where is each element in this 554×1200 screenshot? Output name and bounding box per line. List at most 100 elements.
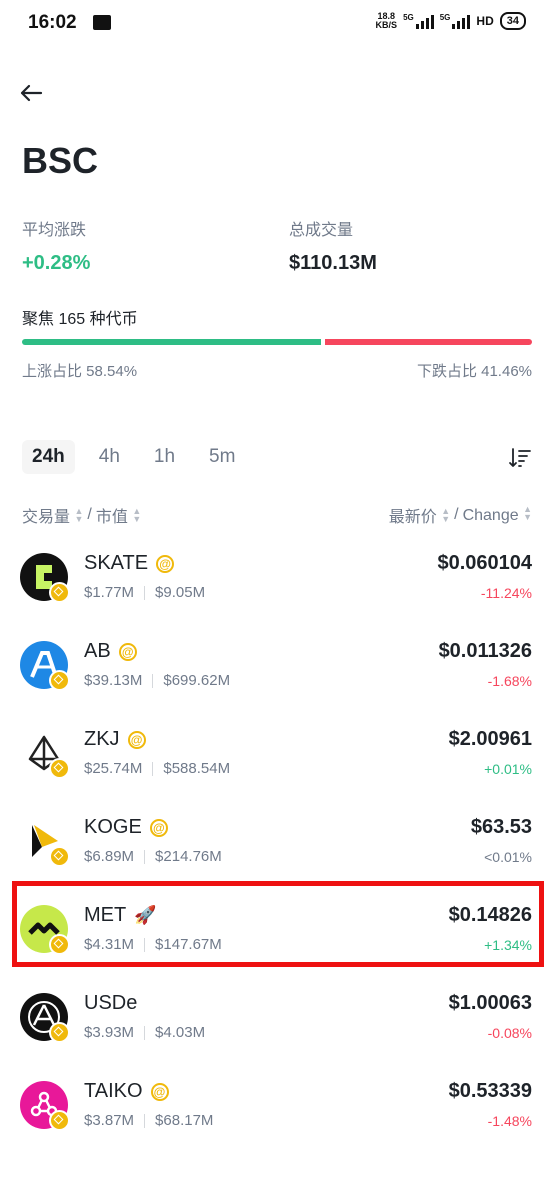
token-row-taiko[interactable]: TAIKO @ $3.87M $68.17M $0.53339 -1.48% [0,1063,554,1151]
avg-change-label: 平均涨跌 [22,222,87,239]
sort-arrows-icon: ▲ ▼ [523,504,532,522]
token-volume: $3.87M [84,1112,135,1129]
token-change: -1.48% [487,1113,532,1129]
token-name: SKATE @ [84,552,175,575]
up-down-ratio-bar [22,339,532,345]
bsc-chain-badge-icon [49,582,70,603]
sort-arrows-icon: ▲ ▼ [74,506,84,524]
net-type-1: 5G [403,13,414,22]
tab-1h[interactable]: 1h [144,440,185,474]
token-volume-mcap: $3.87M $68.17M [84,1112,213,1129]
sort-change-header[interactable]: Change ▲ ▼ [463,505,532,525]
total-volume-stat: 总成交量 $110.13M [289,216,377,275]
token-change: +1.34% [484,937,532,953]
column-headers: 交易量 ▲ ▼ / 市值 ▲ ▼ 最新价 ▲ ▼ / Change ▲ ▼ [22,503,532,527]
token-price: $0.14826 [448,904,532,926]
alpha-at-icon: @ [127,730,146,749]
token-price: $0.060104 [437,552,532,574]
token-volume-mcap: $25.74M $588.54M [84,760,230,777]
token-volume: $4.31M [84,936,135,953]
token-row-met[interactable]: MET 🚀 $4.31M $147.67M $0.14826 +1.34% [0,887,554,975]
notification-app-icon [93,15,111,30]
token-symbol: USDe [84,992,138,1014]
header-divider: / [87,506,92,523]
arrow-left-icon [20,84,43,102]
token-name: KOGE @ [84,816,168,839]
token-volume-mcap: $6.89M $214.76M [84,848,222,865]
token-change: +0.01% [484,761,532,777]
token-row-skate[interactable]: SKATE @ $1.77M $9.05M $0.060104 -11.24% [0,535,554,623]
rocket-icon: 🚀 [134,905,157,925]
token-price: $2.00961 [448,728,532,750]
token-symbol: KOGE [84,816,142,838]
tab-4h[interactable]: 4h [89,440,130,474]
token-price: $63.53 [470,816,532,838]
token-volume: $1.77M [84,584,135,601]
token-mcap: $214.76M [155,848,222,865]
volume-header-label: 交易量 [22,509,71,526]
token-price: $1.00063 [448,992,532,1014]
bsc-chain-badge-icon [49,1022,70,1043]
up-ratio-label: 上涨占比 58.54% [22,363,138,380]
tab-24h[interactable]: 24h [22,440,75,474]
alpha-at-icon: @ [149,818,168,837]
back-button[interactable] [16,78,46,108]
sort-volume-header[interactable]: 交易量 ▲ ▼ [22,503,83,527]
alpha-at-icon: @ [156,554,175,573]
ratio-down-segment [324,339,532,345]
token-change: -11.24% [480,585,532,601]
avg-change-stat: 平均涨跌 +0.28% [22,216,90,275]
price-header-label: 最新价 [388,509,437,526]
token-symbol: MET [84,904,127,926]
token-price: $0.011326 [438,640,532,662]
page-title: BSC [22,140,99,181]
token-symbol: SKATE [84,552,149,574]
token-mcap: $68.17M [155,1112,214,1129]
token-row-koge[interactable]: KOGE @ $6.89M $214.76M $63.53 <0.01% [0,799,554,887]
token-mcap: $4.03M [155,1024,206,1041]
token-row-ab[interactable]: AB @ $39.13M $699.62M $0.011326 -1.68% [0,623,554,711]
sort-mcap-header[interactable]: 市值 ▲ ▼ [96,503,141,527]
token-volume-mcap: $3.93M $4.03M [84,1024,205,1041]
token-name: ZKJ @ [84,728,146,751]
token-price: $0.53339 [448,1080,532,1102]
sort-arrows-icon: ▲ ▼ [441,506,451,524]
token-volume: $3.93M [84,1024,135,1041]
token-change: -1.68% [487,673,532,689]
status-bar: 16:02 18.8 KB/S 5G 5G HD 34 [0,0,554,48]
token-volume: $39.13M [84,672,143,689]
token-mcap: $699.62M [163,672,231,689]
token-name: USDe [84,992,137,1015]
token-change: <0.01% [484,849,532,865]
focus-token-count: 聚焦 165 种代币 [22,311,138,328]
token-name: AB @ [84,640,137,663]
token-symbol: TAIKO [84,1080,143,1102]
token-volume-mcap: $39.13M $699.62M [84,672,230,689]
token-change: -0.08% [487,1025,532,1041]
header-divider: / [454,506,459,523]
alpha-at-icon: @ [118,642,137,661]
token-row-zkj[interactable]: ZKJ @ $25.74M $588.54M $2.00961 +0.01% [0,711,554,799]
token-volume: $6.89M [84,848,135,865]
bsc-chain-badge-icon [49,934,70,955]
sort-filter-icon[interactable] [508,446,532,470]
token-row-usde[interactable]: USDe $3.93M $4.03M $1.00063 -0.08% [0,975,554,1063]
hd-indicator: HD [476,14,494,28]
sort-arrows-icon: ▲ ▼ [132,506,142,524]
tab-5m[interactable]: 5m [199,440,245,474]
token-volume-mcap: $1.77M $9.05M [84,584,205,601]
status-time: 16:02 [28,12,77,33]
total-volume-label: 总成交量 [289,222,354,239]
ratio-up-segment [22,339,321,345]
token-name: TAIKO @ [84,1080,169,1103]
token-symbol: AB [84,640,111,662]
sort-price-header[interactable]: 最新价 ▲ ▼ [389,503,450,527]
bsc-chain-badge-icon [49,670,70,691]
token-mcap: $9.05M [155,584,206,601]
total-volume-value: $110.13M [289,252,377,274]
token-symbol: ZKJ [84,728,120,750]
token-mcap: $147.67M [155,936,222,953]
status-indicators: 18.8 KB/S 5G 5G HD 34 [376,12,526,30]
bsc-chain-badge-icon [49,1110,70,1131]
token-volume: $25.74M [84,760,143,777]
